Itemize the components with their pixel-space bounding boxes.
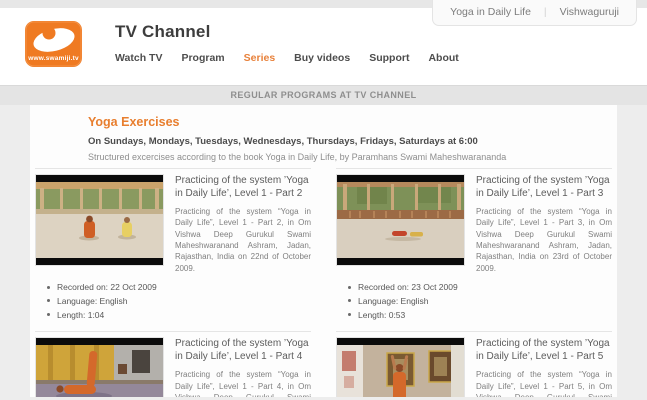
video-thumbnail-part-5[interactable] [336,337,465,400]
video-description: Practicing of the system “Yoga in Daily … [175,369,311,400]
video-thumbnail-part-4[interactable] [35,337,164,400]
nav-support[interactable]: Support [369,52,409,64]
video-title[interactable]: Practicing of the system ’Yoga in Daily … [476,337,612,363]
video-language: Language: English [47,296,311,306]
nav-watch-tv[interactable]: Watch TV [115,52,162,64]
video-meta-list: Recorded on: 23 Oct 2009 Language: Engli… [336,282,612,320]
regular-programs-band: REGULAR PROGRAMS AT TV CHANNEL [0,85,647,105]
series-title: Yoga Exercises [88,115,559,129]
series-intro: Structured excercises according to the b… [88,152,559,162]
video-card-part-5: Practicing of the system ’Yoga in Daily … [336,331,612,400]
thumbnail-image-legs-raised-pose [36,338,163,400]
video-description: Practicing of the system “Yoga in Daily … [476,206,612,274]
content-area: Yoga Exercises On Sundays, Mondays, Tues… [0,105,647,400]
series-schedule: On Sundays, Mondays, Tuesdays, Wednesday… [88,136,559,147]
video-recorded-on: Recorded on: 23 Oct 2009 [348,282,612,292]
link-yoga-in-daily-life[interactable]: Yoga in Daily Life [450,6,531,18]
nav-about[interactable]: About [428,52,458,64]
video-title[interactable]: Practicing of the system ’Yoga in Daily … [476,174,612,200]
link-vishwaguruji[interactable]: Vishwaguruji [560,6,619,18]
header-main: TV Channel Watch TV Program Series Buy v… [115,21,459,85]
series-card: Yoga Exercises On Sundays, Mondays, Tues… [30,105,617,400]
video-description: Practicing of the system “Yoga in Daily … [476,369,612,400]
quick-links-bar: Yoga in Daily Life | Vishwaguruji [432,0,637,26]
video-thumbnail-part-2[interactable] [35,174,164,266]
thumbnail-image-standing-arms-raised [337,338,464,400]
nav-program[interactable]: Program [181,52,224,64]
nav-buy-videos[interactable]: Buy videos [294,52,350,64]
video-card-part-3: Practicing of the system ’Yoga in Daily … [336,168,612,331]
video-card-part-4: Practicing of the system ’Yoga in Daily … [35,331,311,400]
nav-series[interactable]: Series [244,52,276,64]
site-logo[interactable]: www.swamiji.tv [25,21,82,67]
video-thumbnail-part-3[interactable] [336,174,465,266]
video-title[interactable]: Practicing of the system ’Yoga in Daily … [175,337,311,363]
video-description: Practicing of the system “Yoga in Daily … [175,206,311,274]
page-title: TV Channel [115,22,459,42]
main-nav: Watch TV Program Series Buy videos Suppo… [115,52,459,64]
logo-caption: www.swamiji.tv [25,55,82,62]
video-grid: Practicing of the system ’Yoga in Daily … [35,168,612,400]
video-language: Language: English [348,296,612,306]
thumbnail-image-pavilion-wide [337,175,464,265]
video-meta-list: Recorded on: 22 Oct 2009 Language: Engli… [35,282,311,320]
series-header: Yoga Exercises On Sundays, Mondays, Tues… [30,115,617,162]
video-recorded-on: Recorded on: 22 Oct 2009 [47,282,311,292]
video-card-part-2: Practicing of the system ’Yoga in Daily … [35,168,311,331]
quick-links-divider: | [544,6,547,18]
thumbnail-image-pavilion-kneeling [36,175,163,265]
video-length: Length: 0:53 [348,310,612,320]
video-title[interactable]: Practicing of the system ’Yoga in Daily … [175,174,311,200]
video-length: Length: 1:04 [47,310,311,320]
